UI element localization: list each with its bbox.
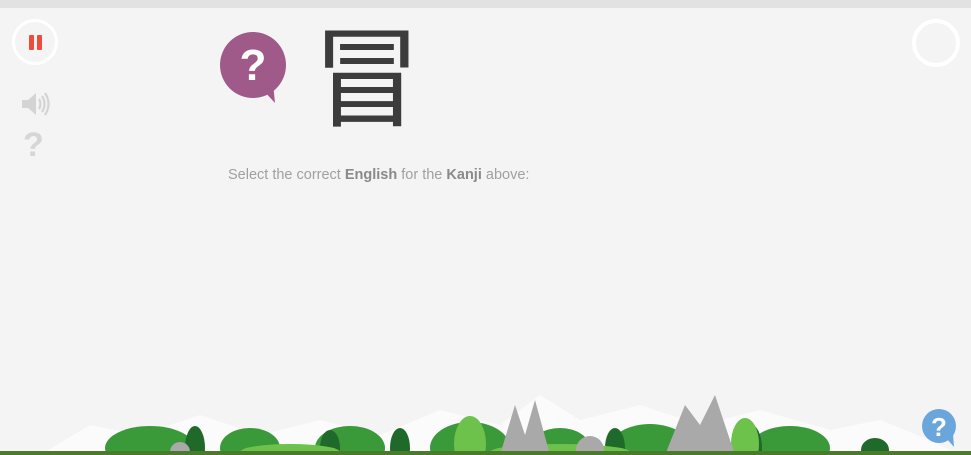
speaker-icon [22, 92, 50, 116]
svg-text:?: ? [240, 41, 267, 90]
svg-text:?: ? [931, 412, 947, 442]
kanji-character: 冒 [312, 16, 422, 144]
landscape-decoration [0, 395, 971, 455]
question-bubble-icon: ? [220, 32, 286, 103]
hint-button[interactable]: ? [23, 126, 44, 165]
progress-ring [912, 19, 960, 67]
pause-button[interactable] [12, 19, 58, 65]
top-bar [0, 0, 971, 8]
question-prompt: Select the correct English for the Kanji… [228, 167, 530, 183]
help-button[interactable]: ? [920, 408, 960, 448]
pause-icon [28, 34, 34, 50]
pause-icon [36, 34, 42, 50]
sound-button[interactable] [20, 89, 50, 124]
